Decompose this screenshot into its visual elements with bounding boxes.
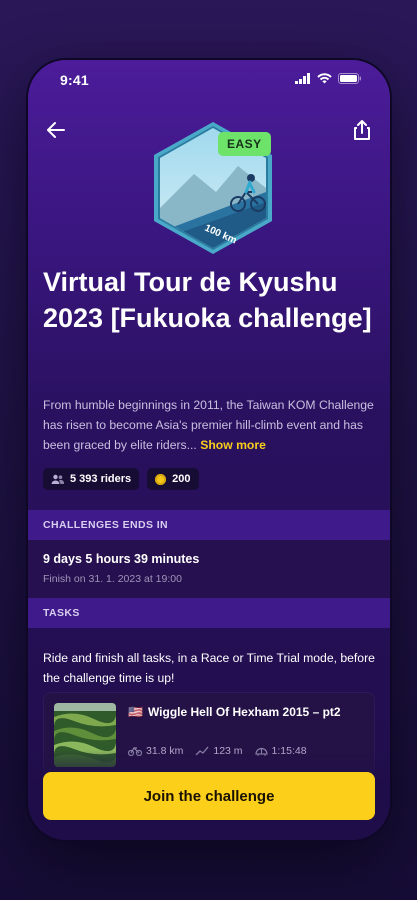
status-icons: [295, 73, 362, 84]
join-challenge-button[interactable]: Join the challenge: [43, 772, 375, 820]
arrow-left-icon: [47, 122, 65, 138]
status-bar: 9:41: [28, 60, 390, 100]
time-remaining: 9 days 5 hours 39 minutes: [43, 552, 200, 566]
stats-chips: 5 393 riders 200: [43, 468, 199, 490]
show-more-link[interactable]: Show more: [200, 438, 266, 452]
battery-icon: [338, 73, 361, 84]
share-icon: [354, 120, 370, 140]
signal-icon: [295, 73, 310, 84]
coin-icon: [155, 473, 167, 485]
riders-chip: 5 393 riders: [43, 468, 140, 490]
difficulty-badge: EASY: [218, 132, 271, 156]
task-name: Wiggle Hell Of Hexham 2015 – pt2: [147, 705, 341, 719]
wifi-icon: [317, 73, 332, 84]
phone-screen: 9:41 100 km EASY Virtual Tour de Kyushu …: [28, 60, 390, 840]
share-button[interactable]: [350, 118, 374, 142]
challenge-description: From humble beginnings in 2011, the Taiw…: [43, 395, 378, 455]
tasks-section-header: TASKS: [28, 598, 390, 628]
riders-icon: [51, 474, 64, 484]
back-button[interactable]: [44, 118, 68, 142]
points-chip: 200: [147, 468, 199, 490]
status-time: 9:41: [60, 72, 89, 88]
page-title: Virtual Tour de Kyushu 2023 [Fukuoka cha…: [43, 267, 372, 333]
ends-block: 9 days 5 hours 39 minutes Finish on 31. …: [28, 540, 390, 598]
riders-count: 5 393 riders: [70, 473, 132, 485]
flag-icon: 🇺🇸: [128, 705, 143, 719]
ends-section-header: CHALLENGES ENDS IN: [28, 510, 390, 540]
task-title: 🇺🇸 Wiggle Hell Of Hexham 2015 – pt2: [128, 705, 341, 719]
finish-date: Finish on 31. 1. 2023 at 19:00: [43, 573, 182, 585]
tasks-instructions: Ride and finish all tasks, in a Race or …: [43, 651, 375, 685]
points-value: 200: [172, 473, 191, 485]
